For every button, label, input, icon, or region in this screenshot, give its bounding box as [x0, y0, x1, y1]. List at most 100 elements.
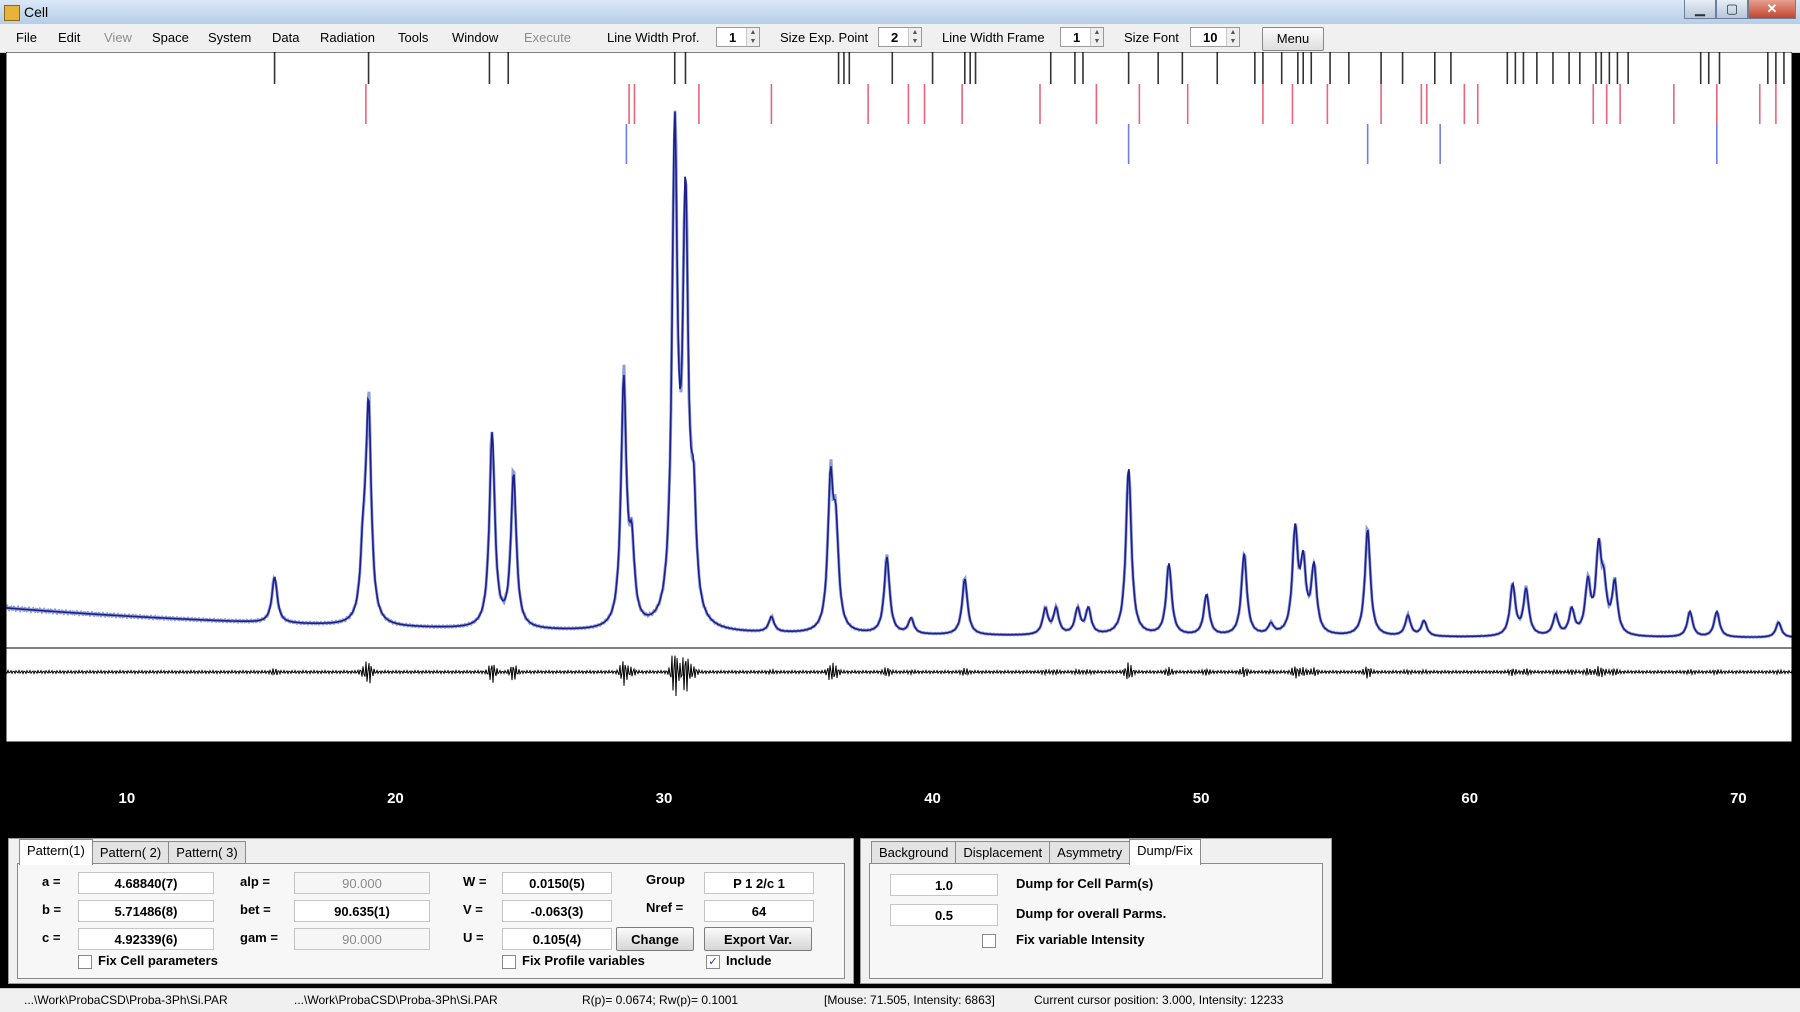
menu-execute[interactable]: Execute	[524, 30, 571, 45]
menu-space[interactable]: Space	[152, 30, 189, 45]
menu-radiation[interactable]: Radiation	[320, 30, 375, 45]
pattern-panel: Pattern(1) Pattern( 2) Pattern( 3) a = 4…	[8, 838, 854, 984]
menu-button[interactable]: Menu	[1262, 27, 1324, 51]
status-path-2: ...\Work\ProbaCSD\Proba-3Ph\Si.PAR	[294, 993, 498, 1007]
dump-overall-field[interactable]: 0.5	[890, 904, 998, 926]
line-width-frame-spinner[interactable]: 1 ▲ ▼	[1060, 27, 1104, 47]
app-icon	[4, 5, 20, 21]
bet-label: bet =	[240, 902, 271, 917]
b-field[interactable]: 5.71486(8)	[78, 900, 214, 922]
b-label: b =	[42, 902, 62, 917]
dump-tab-body: 1.0 Dump for Cell Parm(s) 0.5 Dump for o…	[869, 863, 1323, 979]
tab-pattern-1[interactable]: Pattern(1)	[19, 839, 93, 865]
fix-cell-label: Fix Cell parameters	[98, 953, 218, 968]
spinner-arrows-icon[interactable]: ▲ ▼	[746, 28, 759, 46]
tab-pattern-3[interactable]: Pattern( 3)	[168, 841, 246, 865]
size-font-spinner[interactable]: 10 ▲ ▼	[1190, 27, 1240, 47]
nref-field[interactable]: 64	[704, 900, 814, 922]
spinner-arrows-icon[interactable]: ▲ ▼	[1226, 28, 1239, 46]
change-button[interactable]: Change	[616, 927, 694, 951]
line-width-frame-label: Line Width Frame	[942, 30, 1045, 45]
size-exp-point-spinner[interactable]: 2 ▲ ▼	[878, 27, 922, 47]
alp-field[interactable]: 90.000	[294, 872, 430, 894]
x-tick-label: 60	[1461, 790, 1479, 807]
gam-label: gam =	[240, 930, 278, 945]
u-field[interactable]: 0.105(4)	[502, 928, 612, 950]
menu-edit[interactable]: Edit	[58, 30, 80, 45]
plot-frame	[6, 52, 1792, 742]
minimize-icon[interactable]: ▁	[1684, 0, 1716, 19]
fix-cell-checkbox[interactable]	[78, 955, 92, 969]
include-checkbox[interactable]: ✓	[706, 955, 720, 969]
tab-pattern-2[interactable]: Pattern( 2)	[91, 841, 170, 865]
x-tick-label: 20	[387, 790, 404, 807]
tab-displacement[interactable]: Displacement	[955, 841, 1051, 865]
nref-label: Nref =	[646, 900, 684, 915]
x-tick-label: 70	[1729, 790, 1747, 807]
v-label: V =	[463, 902, 483, 917]
x-axis: 10 20 30 40 50 60 70	[0, 790, 1800, 830]
group-field[interactable]: P 1 2/c 1	[704, 872, 814, 894]
diffraction-plot[interactable]	[6, 52, 1792, 742]
size-exp-point-label: Size Exp. Point	[780, 30, 869, 45]
status-mouse: [Mouse: 71.505, Intensity: 6863]	[824, 993, 995, 1007]
gam-field[interactable]: 90.000	[294, 928, 430, 950]
u-label: U =	[463, 930, 484, 945]
status-path-1: ...\Work\ProbaCSD\Proba-3Ph\Si.PAR	[24, 993, 228, 1007]
group-label: Group	[646, 872, 685, 887]
line-width-prof-label: Line Width Prof.	[607, 30, 700, 45]
maximize-icon[interactable]: ▢	[1716, 0, 1748, 19]
refinement-tabs: Background Displacement Asymmetry Dump/F…	[871, 839, 1201, 865]
difference-curve	[6, 655, 1792, 697]
bet-field[interactable]: 90.635(1)	[294, 900, 430, 922]
export-var-button[interactable]: Export Var.	[704, 927, 812, 951]
status-bar: ...\Work\ProbaCSD\Proba-3Ph\Si.PAR ...\W…	[0, 988, 1800, 1012]
title-bar: Cell ▁ ▢ ✕	[0, 0, 1800, 24]
fix-intensity-checkbox[interactable]	[982, 934, 996, 948]
x-tick-label: 10	[118, 790, 136, 807]
menu-window[interactable]: Window	[452, 30, 498, 45]
fix-profile-label: Fix Profile variables	[522, 953, 645, 968]
menu-view[interactable]: View	[104, 30, 132, 45]
menu-system[interactable]: System	[208, 30, 251, 45]
fix-profile-checkbox[interactable]	[502, 955, 516, 969]
spinner-arrows-icon[interactable]: ▲ ▼	[908, 28, 921, 46]
alp-label: alp =	[240, 874, 270, 889]
c-field[interactable]: 4.92339(6)	[78, 928, 214, 950]
tab-background[interactable]: Background	[871, 841, 957, 865]
x-tick-label: 50	[1192, 790, 1210, 807]
v-field[interactable]: -0.063(3)	[502, 900, 612, 922]
observed-pattern	[6, 110, 1792, 639]
menu-file[interactable]: File	[16, 30, 37, 45]
a-field[interactable]: 4.68840(7)	[78, 872, 214, 894]
calculated-pattern	[6, 111, 1792, 638]
tab-dump-fix[interactable]: Dump/Fix	[1129, 839, 1201, 865]
line-width-frame-value: 1	[1073, 30, 1081, 45]
a-label: a =	[42, 874, 61, 889]
c-label: c =	[42, 930, 61, 945]
include-label: Include	[726, 953, 772, 968]
line-width-prof-spinner[interactable]: 1 ▲ ▼	[716, 27, 760, 47]
window-controls: ▁ ▢ ✕	[1684, 0, 1796, 20]
tab-asymmetry[interactable]: Asymmetry	[1049, 841, 1131, 865]
size-exp-point-value: 2	[891, 30, 899, 45]
menu-data[interactable]: Data	[272, 30, 299, 45]
pattern-tab-body: a = 4.68840(7) b = 5.71486(8) c = 4.9233…	[17, 863, 845, 979]
size-font-value: 10	[1203, 30, 1218, 45]
w-label: W =	[463, 874, 487, 889]
spinner-arrows-icon[interactable]: ▲ ▼	[1090, 28, 1103, 46]
menu-bar: File Edit View Space System Data Radiati…	[0, 24, 1800, 53]
pattern-tabs: Pattern(1) Pattern( 2) Pattern( 3)	[19, 839, 246, 865]
dump-cell-field[interactable]: 1.0	[890, 874, 998, 896]
menu-tools[interactable]: Tools	[398, 30, 428, 45]
dump-overall-label: Dump for overall Parms.	[1016, 906, 1167, 921]
close-icon[interactable]: ✕	[1748, 0, 1796, 19]
status-cursor: Current cursor position: 3.000, Intensit…	[1034, 993, 1284, 1007]
status-r-factors: R(p)= 0.0674; Rw(p)= 0.1001	[582, 993, 739, 1007]
x-tick-label: 30	[655, 790, 673, 807]
w-field[interactable]: 0.0150(5)	[502, 872, 612, 894]
plot-canvas[interactable]	[6, 52, 1792, 742]
line-width-prof-value: 1	[729, 30, 737, 45]
dump-cell-label: Dump for Cell Parm(s)	[1016, 876, 1154, 891]
size-font-label: Size Font	[1124, 30, 1179, 45]
